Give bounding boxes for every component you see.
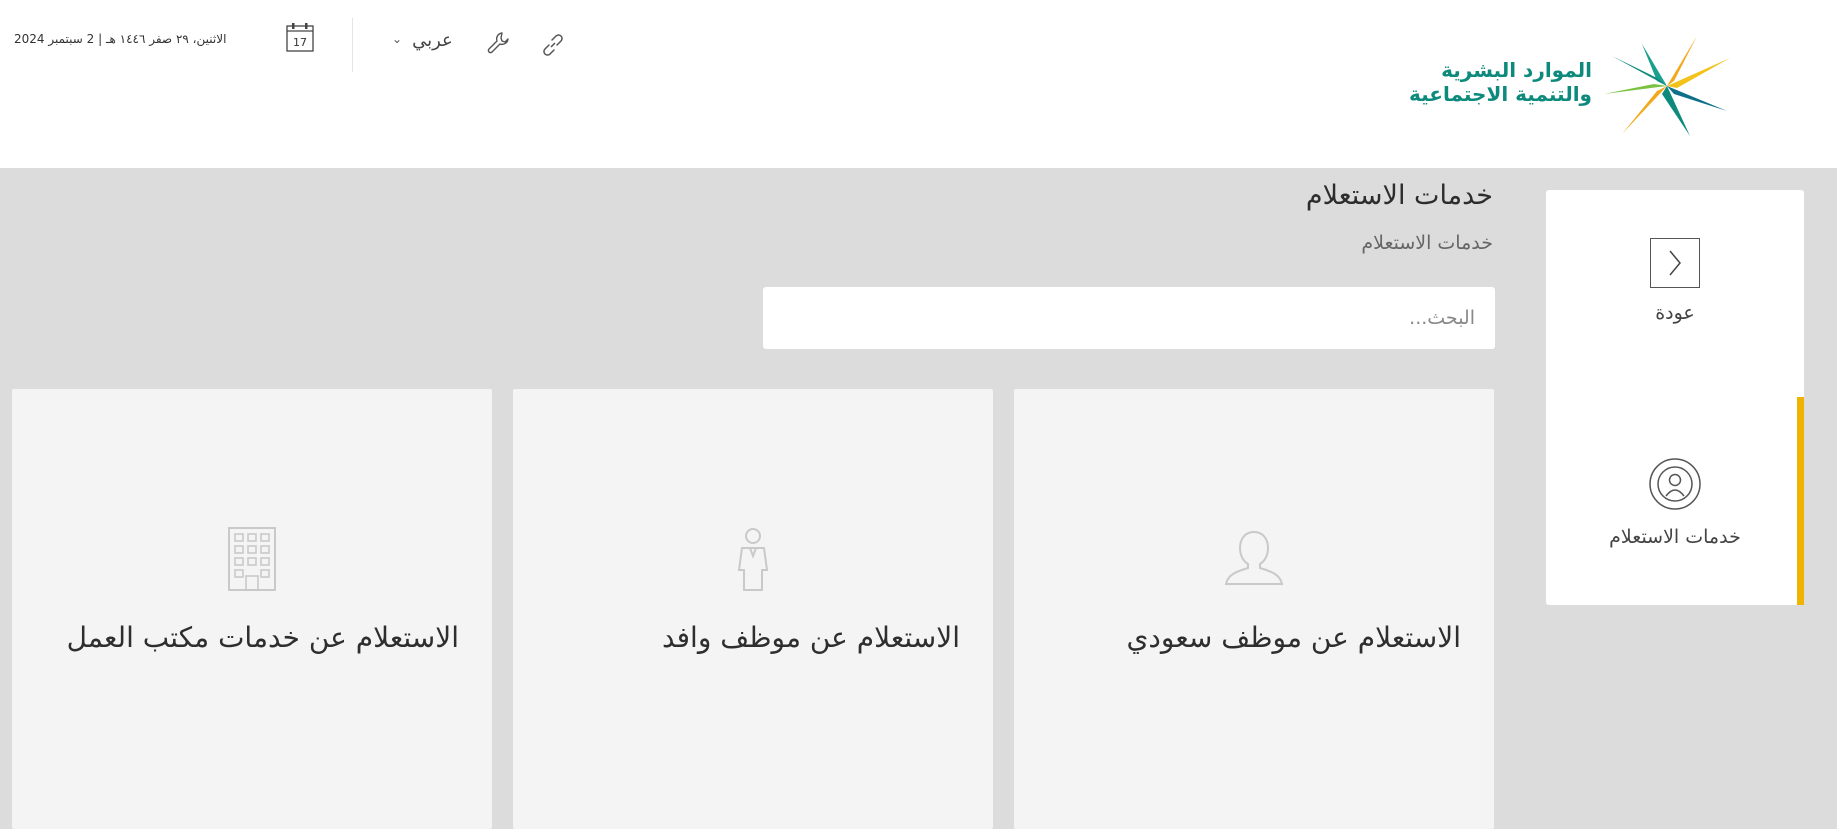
ministry-logo[interactable]: الموارد البشرية والتنمية الاجتماعية	[1332, 30, 1732, 140]
top-header: الموارد البشرية والتنمية الاجتماعية الاث…	[0, 0, 1837, 168]
breadcrumb[interactable]: خدمات الاستعلام	[1361, 232, 1493, 254]
back-label: عودة	[1655, 302, 1695, 324]
user-icon	[1224, 530, 1284, 585]
page-title: خدمات الاستعلام	[1305, 180, 1493, 211]
logo-text: الموارد البشرية والتنمية الاجتماعية	[1409, 58, 1592, 106]
card-title: الاستعلام عن خدمات مكتب العمل	[66, 621, 459, 654]
date-display: الاثنين، ٢٩ صفر ١٤٤٦ هـ | 2 سبتمبر 2024	[14, 32, 227, 46]
inquiry-services-label: خدمات الاستعلام	[1609, 525, 1741, 548]
card-expat-employee-inquiry[interactable]: الاستعلام عن موظف وافد	[513, 389, 993, 829]
card-saudi-employee-inquiry[interactable]: الاستعلام عن موظف سعودي	[1014, 389, 1494, 829]
back-button[interactable]: عودة	[1546, 238, 1804, 408]
logo-line-2: والتنمية الاجتماعية	[1409, 82, 1592, 106]
card-labor-office-services-inquiry[interactable]: الاستعلام عن خدمات مكتب العمل	[12, 389, 492, 829]
card-title: الاستعلام عن موظف وافد	[661, 621, 960, 654]
calendar-day: 17	[293, 36, 307, 49]
broadcast-user-icon	[1649, 457, 1701, 510]
wrench-icon[interactable]	[486, 30, 512, 56]
side-navigation: عودة خدمات الاستعلام	[1546, 190, 1804, 605]
employee-icon	[737, 528, 769, 591]
search-input[interactable]	[763, 287, 1495, 349]
card-title: الاستعلام عن موظف سعودي	[1126, 621, 1461, 654]
link-icon[interactable]	[540, 32, 566, 58]
chevron-right-icon	[1650, 238, 1700, 288]
calendar-icon: 17	[286, 23, 314, 52]
building-icon	[228, 527, 276, 591]
sidebar-item-inquiry-services[interactable]: خدمات الاستعلام	[1546, 398, 1804, 605]
language-selector[interactable]: ⌄ عربي	[392, 30, 453, 51]
language-label: عربي	[412, 30, 453, 51]
header-divider	[352, 18, 353, 72]
logo-mark-icon	[1604, 36, 1730, 136]
active-indicator	[1797, 397, 1804, 605]
header-utilities: الاثنين، ٢٩ صفر ١٤٤٦ هـ | 2 سبتمبر 2024 …	[0, 0, 600, 90]
logo-line-1: الموارد البشرية	[1441, 58, 1592, 82]
chevron-down-icon: ⌄	[392, 32, 403, 46]
